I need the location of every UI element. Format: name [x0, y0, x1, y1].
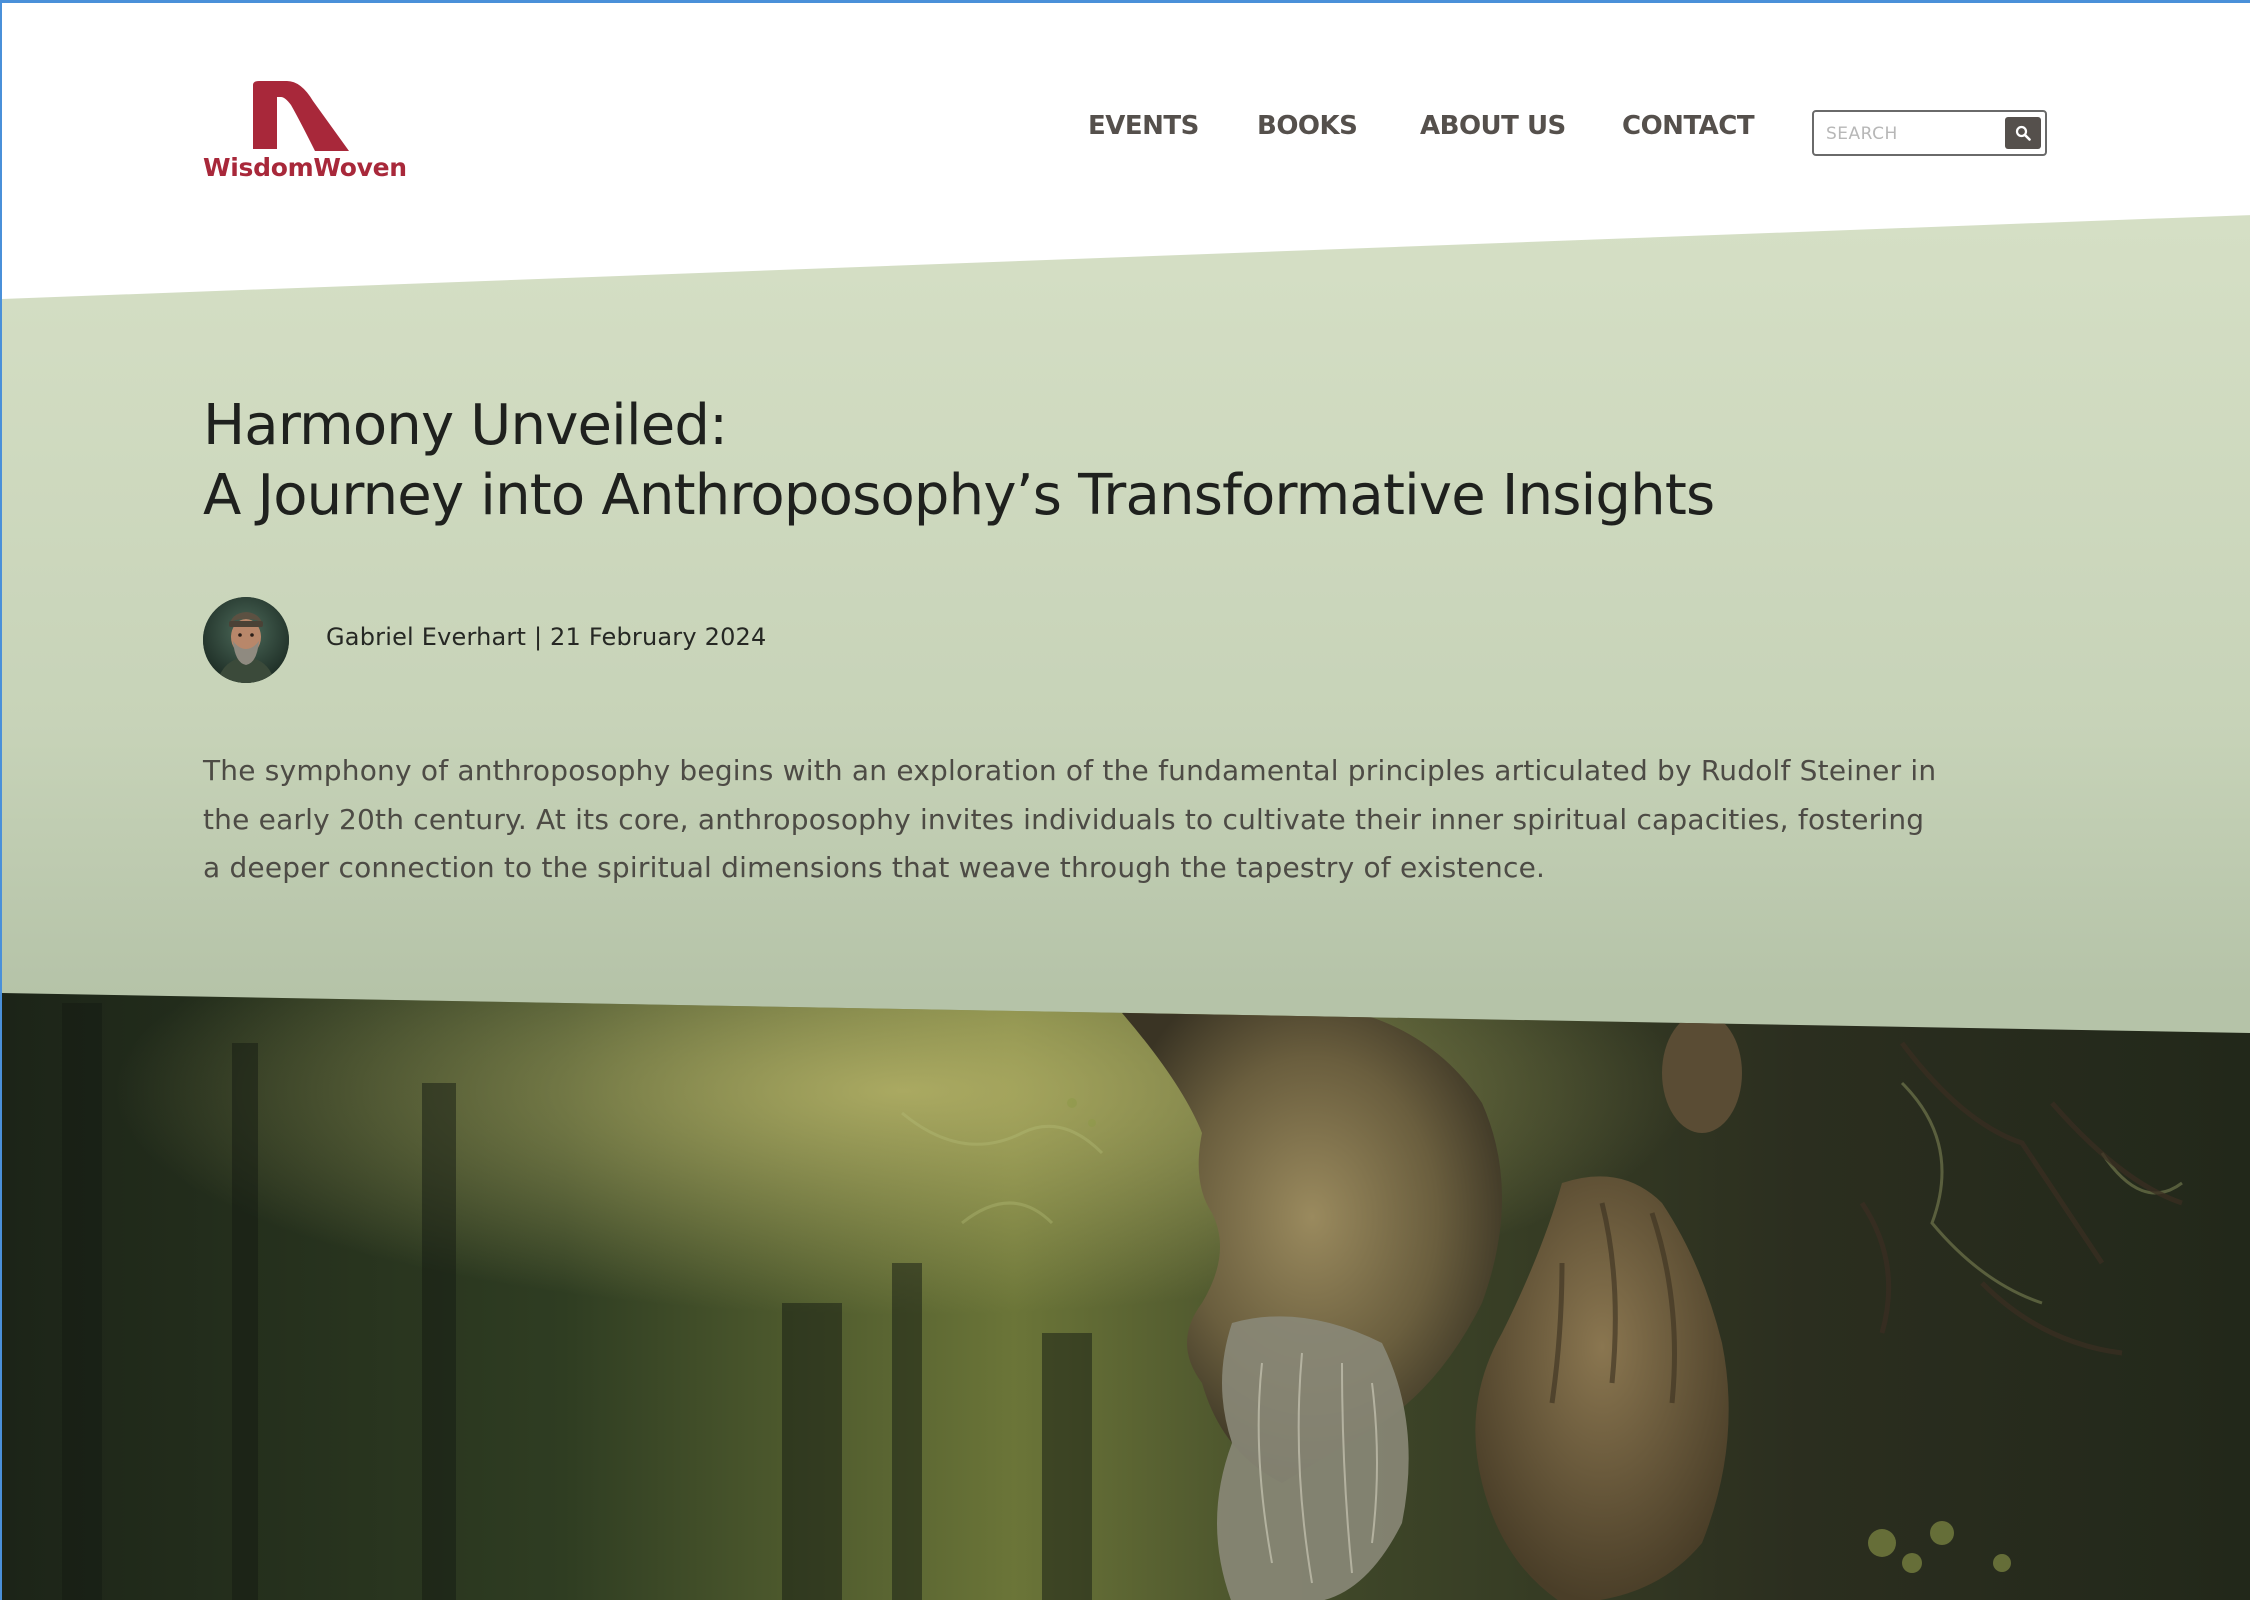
author-portrait-icon: [203, 597, 289, 683]
author-byline: Gabriel Everhart | 21 February 2024: [326, 623, 767, 651]
brand-logo[interactable]: WisdomWoven: [203, 79, 407, 189]
page: WisdomWoven EVENTS BOOKS ABOUT US CONTAC…: [0, 0, 2250, 1600]
nav-books[interactable]: BOOKS: [1257, 111, 1358, 141]
search-button[interactable]: [2005, 117, 2041, 149]
article-intro: The symphony of anthroposophy begins wit…: [203, 747, 2003, 893]
intro-line-3: a deeper connection to the spiritual dim…: [203, 851, 1546, 884]
search-box: [1812, 110, 2047, 156]
author-avatar[interactable]: [203, 597, 289, 683]
article-title-line-2: A Journey into Anthroposophy’s Transform…: [203, 463, 1715, 528]
article-title: Harmony Unveiled: A Journey into Anthrop…: [203, 391, 2003, 531]
search-input[interactable]: [1826, 121, 1996, 147]
search-icon: [2015, 125, 2031, 141]
intro-line-2: the early 20th century. At its core, ant…: [203, 802, 1925, 836]
brand-name: WisdomWoven: [203, 153, 407, 182]
intro-line-1: The symphony of anthroposophy begins wit…: [203, 754, 1937, 787]
article-title-line-1: Harmony Unveiled:: [203, 393, 728, 458]
nav-about-us[interactable]: ABOUT US: [1420, 111, 1566, 141]
logo-mark-icon: [253, 81, 349, 151]
nav-contact[interactable]: CONTACT: [1622, 111, 1755, 141]
nav-events[interactable]: EVENTS: [1088, 111, 1199, 141]
site-header: WisdomWoven EVENTS BOOKS ABOUT US CONTAC…: [2, 3, 2250, 263]
